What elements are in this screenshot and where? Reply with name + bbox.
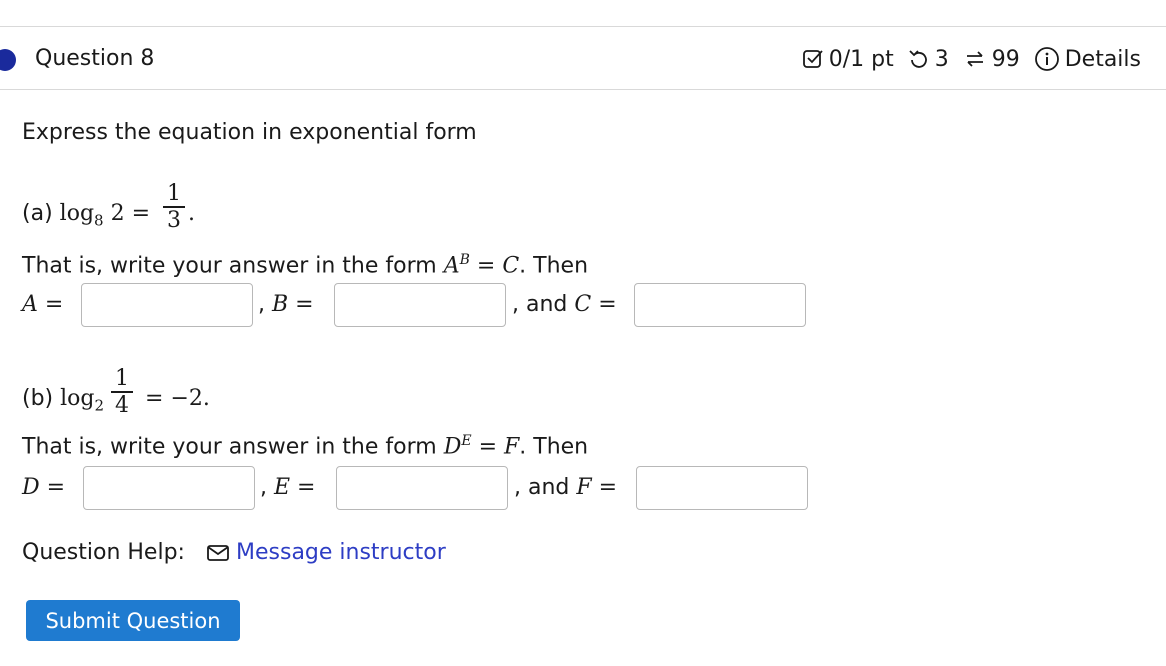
part-a-then: . Then (519, 253, 589, 279)
retries-indicator: 3 (908, 47, 949, 72)
answer-E-input[interactable] (336, 466, 508, 510)
question-title: Question 8 (35, 46, 155, 71)
part-a-fraction: 1 3 (163, 181, 185, 233)
E-label: , E = (260, 475, 316, 500)
part-a-form-text: That is, write your answer in the form (22, 253, 437, 279)
var-B: B (459, 252, 470, 268)
score-indicator: 0/1 pt (802, 47, 894, 72)
A-label: A = (22, 292, 64, 317)
header-divider (0, 89, 1166, 90)
info-icon (1034, 47, 1059, 71)
question-help-label: Question Help: (22, 540, 185, 565)
var-D: D (443, 434, 462, 460)
part-b-log-base: 2 (94, 396, 105, 415)
retries-count: 3 (934, 46, 949, 72)
part-a-form-line: That is, write your answer in the form A… (22, 252, 589, 279)
message-instructor-label: Message instructor (236, 540, 446, 565)
score-text: 0/1 pt (828, 46, 894, 72)
C-label: , and C = (512, 292, 617, 317)
part-a-equation: (a) log8 2 = (22, 201, 150, 229)
answer-B-input[interactable] (334, 283, 506, 327)
part-a-log-arg: 2 (110, 201, 125, 226)
var-A: A (443, 253, 460, 279)
B-label: , B = (258, 292, 314, 317)
retry-icon (909, 50, 927, 68)
answer-F-input[interactable] (636, 466, 808, 510)
part-b-form-text: That is, write your answer in the form (22, 434, 437, 460)
part-b-numerator: 1 (115, 366, 129, 391)
part-a-label: (a) (22, 201, 53, 226)
var-E: E (461, 433, 472, 449)
var-C: C (502, 253, 520, 279)
part-b-equation: (b) log2 (22, 386, 104, 414)
part-a-denominator: 3 (167, 208, 181, 233)
part-b-label: (b) (22, 386, 54, 411)
submit-question-button[interactable]: Submit Question (26, 600, 240, 641)
part-b-denominator: 4 (115, 393, 129, 418)
D-label: D = (22, 475, 66, 500)
var-F: F (504, 434, 520, 460)
part-a-numerator: 1 (167, 181, 181, 206)
part-b-log: log2 (60, 386, 105, 415)
period: . (188, 201, 195, 226)
part-b-rhs: = −2. (145, 386, 210, 411)
question-instruction: Express the equation in exponential form (22, 120, 477, 145)
part-b-then: . Then (519, 434, 589, 460)
question-meta: 0/1 pt 3 99 Details (788, 46, 1141, 72)
details-button[interactable]: Details (1034, 46, 1141, 72)
details-label: Details (1064, 46, 1141, 72)
attempts-indicator: 99 (963, 47, 1020, 72)
answer-A-input[interactable] (81, 283, 253, 327)
message-instructor-link[interactable]: Message instructor (206, 540, 446, 565)
checkbox-icon (802, 50, 823, 68)
attempts-count: 99 (991, 46, 1020, 72)
part-a-log: log8 2 = (59, 201, 151, 230)
mail-icon (207, 544, 229, 561)
part-b-form-line: That is, write your answer in the form D… (22, 433, 589, 460)
attempts-icon (966, 51, 983, 67)
part-b-fraction: 1 4 (111, 366, 133, 418)
part-a-log-base: 8 (94, 211, 104, 230)
answer-C-input[interactable] (634, 283, 806, 327)
F-label: , and F = (514, 475, 618, 500)
answer-D-input[interactable] (83, 466, 255, 510)
